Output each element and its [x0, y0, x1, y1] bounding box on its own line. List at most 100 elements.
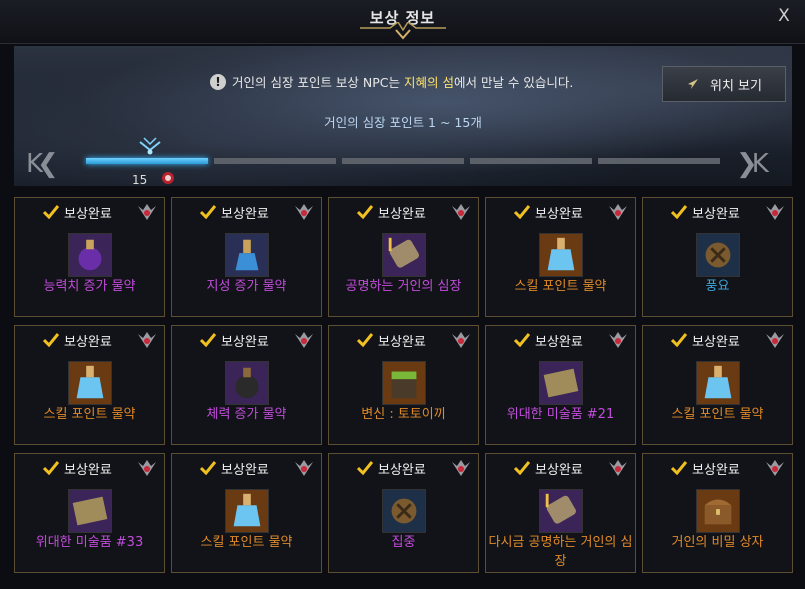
- reward-item-name: 스킬 포인트 물약: [200, 535, 293, 550]
- reward-item-name: 풍요: [705, 279, 730, 294]
- scroll-icon: [382, 233, 426, 277]
- grade-emblem-icon: [609, 332, 627, 348]
- check-icon: [514, 205, 530, 219]
- reward-card[interactable]: 보상완료 스킬 포인트 물약: [14, 325, 165, 445]
- reward-card[interactable]: 보상완료 체력 증가 물약: [171, 325, 322, 445]
- grade-emblem-icon: [766, 460, 784, 476]
- skill-potion-icon: [225, 489, 269, 533]
- progress-segment-5: [598, 158, 720, 164]
- rune-icon: [382, 489, 426, 533]
- reward-status: 보상완료: [692, 206, 740, 222]
- reward-status: 보상완료: [692, 462, 740, 478]
- reward-item-name: 집중: [391, 535, 416, 550]
- skill-potion-icon: [696, 361, 740, 405]
- nav-first-button[interactable]: K❮: [26, 149, 59, 179]
- nav-last-button[interactable]: ❯K: [736, 149, 769, 179]
- reward-card[interactable]: 보상완료다시금 공명하는 거인의 심장: [485, 453, 636, 573]
- progress-marker-icon: [139, 137, 161, 155]
- check-icon: [357, 461, 373, 475]
- chest-icon: [696, 489, 740, 533]
- reward-item-name: 능력치 증가 물약: [43, 279, 136, 294]
- dark-potion-icon: [225, 361, 269, 405]
- grade-emblem-icon: [295, 204, 313, 220]
- title-ornament-icon: [360, 22, 446, 40]
- skill-potion-icon: [68, 361, 112, 405]
- reward-card[interactable]: 보상완료스킬 포인트 물약: [642, 325, 793, 445]
- reward-card[interactable]: 보상완료공명하는 거인의 심장: [328, 197, 479, 317]
- reward-status: 보상완료: [535, 334, 583, 350]
- progress-segment-3: [342, 158, 464, 164]
- check-icon: [200, 205, 216, 219]
- reward-item-name: 거인의 비밀 상자: [671, 535, 764, 550]
- reward-item-name: 스킬 포인트 물약: [671, 407, 764, 422]
- reward-status: 보상완료: [378, 462, 426, 478]
- grade-emblem-icon: [295, 460, 313, 476]
- reward-status: 보상완료: [692, 334, 740, 350]
- reward-card[interactable]: 보상완료집중: [328, 453, 479, 573]
- giant-heart-icon: [162, 172, 174, 184]
- check-icon: [200, 333, 216, 347]
- grade-emblem-icon: [138, 332, 156, 348]
- grade-emblem-icon: [452, 460, 470, 476]
- reward-item-name: 공명하는 거인의 심장: [345, 279, 462, 294]
- moss-box-icon: [382, 361, 426, 405]
- reward-card[interactable]: 보상완료 스킬 포인트 물약: [485, 197, 636, 317]
- grade-emblem-icon: [452, 204, 470, 220]
- reward-card[interactable]: 보상완료거인의 비밀 상자: [642, 453, 793, 573]
- reward-card[interactable]: 보상완료 스킬 포인트 물약: [171, 453, 322, 573]
- reward-item-name: 변신 : 토토이끼: [361, 407, 446, 422]
- reward-item-name: 다시금 공명하는 거인의 심장: [488, 535, 633, 569]
- reward-card[interactable]: 보상완료변신 : 토토이끼: [328, 325, 479, 445]
- check-icon: [514, 461, 530, 475]
- info-icon: !: [210, 73, 226, 90]
- check-icon: [357, 205, 373, 219]
- reward-card[interactable]: 보상완료지성 증가 물약: [171, 197, 322, 317]
- check-icon: [43, 461, 59, 475]
- grade-emblem-icon: [766, 332, 784, 348]
- progress-segment-2: [214, 158, 336, 164]
- reward-status: 보상완료: [221, 334, 269, 350]
- location-button[interactable]: 위치 보기: [662, 66, 786, 102]
- reward-status: 보상완료: [64, 462, 112, 478]
- reward-status: 보상완료: [64, 334, 112, 350]
- rune-icon: [696, 233, 740, 277]
- reward-status: 보상완료: [535, 462, 583, 478]
- purple-potion-icon: [68, 233, 112, 277]
- check-icon: [357, 333, 373, 347]
- reward-status: 보상완료: [378, 206, 426, 222]
- reward-item-name: 지성 증가 물약: [206, 279, 287, 294]
- reward-item-name: 스킬 포인트 물약: [514, 279, 607, 294]
- progress-segment-1: [86, 158, 208, 164]
- check-icon: [671, 333, 687, 347]
- grade-emblem-icon: [766, 204, 784, 220]
- skill-potion-icon: [539, 233, 583, 277]
- reward-grid: 보상완료 능력치 증가 물약 보상완료 지성 증가 물약 보상완료 공명하는 거인의 심장…: [14, 197, 794, 589]
- reward-status: 보상완료: [378, 334, 426, 350]
- bottom-edge: [14, 578, 794, 589]
- compass-icon: [688, 79, 698, 89]
- notice-text-post: 에서 만날 수 있습니다.: [453, 75, 574, 90]
- reward-card[interactable]: 보상완료 능력치 증가 물약: [14, 197, 165, 317]
- points-count: 15: [132, 173, 148, 187]
- title-bar: 보상 정보 X: [0, 0, 805, 44]
- check-icon: [200, 461, 216, 475]
- grade-emblem-icon: [295, 332, 313, 348]
- check-icon: [43, 205, 59, 219]
- reward-card[interactable]: 보상완료 위대한 미술품 #33: [14, 453, 165, 573]
- check-icon: [43, 333, 59, 347]
- painting-icon: [68, 489, 112, 533]
- npc-notice: ! 거인의 심장 포인트 보상 NPC는 지혜의 섬에서 만날 수 있습니다.: [210, 72, 573, 91]
- reward-banner: ! 거인의 심장 포인트 보상 NPC는 지혜의 섬에서 만날 수 있습니다. …: [14, 46, 792, 187]
- reward-card[interactable]: 보상완료풍요: [642, 197, 793, 317]
- check-icon: [514, 333, 530, 347]
- grade-emblem-icon: [138, 204, 156, 220]
- scroll-icon: [539, 489, 583, 533]
- progress-segment-4: [470, 158, 592, 164]
- reward-card[interactable]: 보상완료 위대한 미술품 #21: [485, 325, 636, 445]
- grade-emblem-icon: [452, 332, 470, 348]
- reward-status: 보상완료: [221, 206, 269, 222]
- notice-text-pre: 거인의 심장 포인트 보상 NPC는: [232, 75, 404, 90]
- close-button[interactable]: X: [773, 5, 795, 27]
- painting-icon: [539, 361, 583, 405]
- grade-emblem-icon: [138, 460, 156, 476]
